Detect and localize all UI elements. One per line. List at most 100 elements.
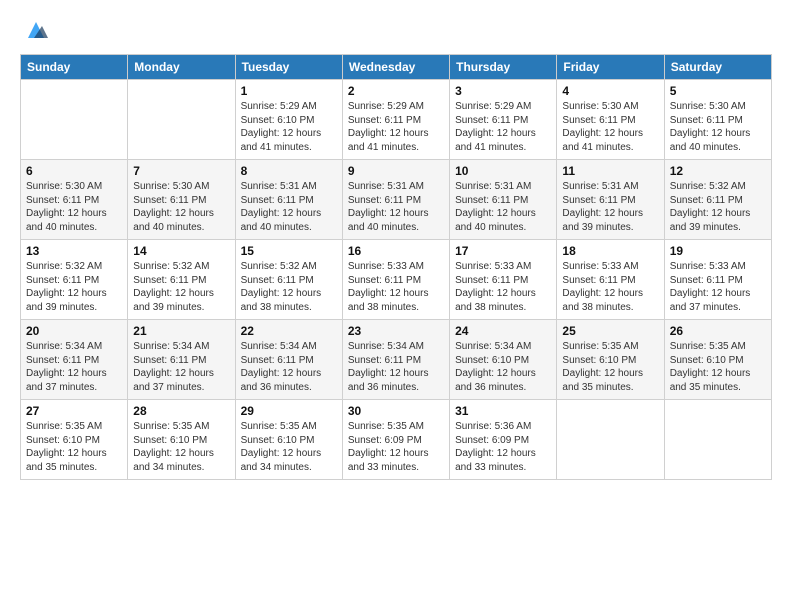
day-number: 16: [348, 244, 444, 258]
day-info: Sunrise: 5:31 AM Sunset: 6:11 PM Dayligh…: [241, 180, 337, 234]
calendar-week-row: 20 Sunrise: 5:34 AM Sunset: 6:11 PM Dayli…: [21, 320, 772, 400]
day-info: Sunrise: 5:33 AM Sunset: 6:11 PM Dayligh…: [348, 260, 444, 314]
day-number: 18: [562, 244, 658, 258]
calendar-cell: 3 Sunrise: 5:29 AM Sunset: 6:11 PM Daylig…: [450, 80, 557, 160]
day-number: 13: [26, 244, 122, 258]
day-number: 12: [670, 164, 766, 178]
calendar-cell: 24Sunrise: 5:34 AM Sunset: 6:10 PM Dayli…: [450, 320, 557, 400]
day-number: 15: [241, 244, 337, 258]
calendar-cell: 2 Sunrise: 5:29 AM Sunset: 6:11 PM Daylig…: [342, 80, 449, 160]
day-info: Sunrise: 5:34 AM Sunset: 6:11 PM Dayligh…: [133, 340, 229, 394]
day-number: 17: [455, 244, 551, 258]
calendar-cell: 19 Sunrise: 5:33 AM Sunset: 6:11 PM Dayli…: [664, 240, 771, 320]
calendar-header-tuesday: Tuesday: [235, 55, 342, 80]
calendar-cell: 1 Sunrise: 5:29 AM Sunset: 6:10 PM Daylig…: [235, 80, 342, 160]
logo-icon: [22, 16, 50, 44]
day-info: Sunrise: 5:30 AM Sunset: 6:11 PM Dayligh…: [26, 180, 122, 234]
day-number: 10: [455, 164, 551, 178]
day-info: Sunrise: 5:32 AM Sunset: 6:11 PM Dayligh…: [26, 260, 122, 314]
day-info: Sunrise: 5:30 AM Sunset: 6:11 PM Dayligh…: [670, 100, 766, 154]
day-number: 23: [348, 324, 444, 338]
logo: [20, 16, 50, 44]
day-info: Sunrise: 5:31 AM Sunset: 6:11 PM Dayligh…: [348, 180, 444, 234]
day-info: Sunrise: 5:30 AM Sunset: 6:11 PM Dayligh…: [133, 180, 229, 234]
day-number: 28: [133, 404, 229, 418]
calendar-cell: 18 Sunrise: 5:33 AM Sunset: 6:11 PM Dayli…: [557, 240, 664, 320]
day-number: 1: [241, 84, 337, 98]
calendar-cell: 25 Sunrise: 5:35 AM Sunset: 6:10 PM Dayli…: [557, 320, 664, 400]
calendar-cell: 23 Sunrise: 5:34 AM Sunset: 6:11 PM Dayli…: [342, 320, 449, 400]
calendar-week-row: 27 Sunrise: 5:35 AM Sunset: 6:10 PM Dayli…: [21, 400, 772, 480]
day-number: 4: [562, 84, 658, 98]
day-info: Sunrise: 5:33 AM Sunset: 6:11 PM Dayligh…: [670, 260, 766, 314]
day-info: Sunrise: 5:29 AM Sunset: 6:11 PM Dayligh…: [455, 100, 551, 154]
day-number: 19: [670, 244, 766, 258]
day-info: Sunrise: 5:31 AM Sunset: 6:11 PM Dayligh…: [562, 180, 658, 234]
day-number: 21: [133, 324, 229, 338]
day-info: Sunrise: 5:36 AM Sunset: 6:09 PM Dayligh…: [455, 420, 551, 474]
calendar-cell: 5 Sunrise: 5:30 AM Sunset: 6:11 PM Daylig…: [664, 80, 771, 160]
day-info: Sunrise: 5:34 AM Sunset: 6:11 PM Dayligh…: [26, 340, 122, 394]
calendar-cell: 31 Sunrise: 5:36 AM Sunset: 6:09 PM Dayli…: [450, 400, 557, 480]
day-info: Sunrise: 5:32 AM Sunset: 6:11 PM Dayligh…: [241, 260, 337, 314]
day-number: 22: [241, 324, 337, 338]
calendar-header-monday: Monday: [128, 55, 235, 80]
day-info: Sunrise: 5:35 AM Sunset: 6:10 PM Dayligh…: [241, 420, 337, 474]
calendar-header-wednesday: Wednesday: [342, 55, 449, 80]
day-number: 31: [455, 404, 551, 418]
calendar-cell: 4 Sunrise: 5:30 AM Sunset: 6:11 PM Daylig…: [557, 80, 664, 160]
calendar-cell: 6 Sunrise: 5:30 AM Sunset: 6:11 PM Daylig…: [21, 160, 128, 240]
day-info: Sunrise: 5:32 AM Sunset: 6:11 PM Dayligh…: [133, 260, 229, 314]
calendar-cell: [21, 80, 128, 160]
calendar-week-row: 6 Sunrise: 5:30 AM Sunset: 6:11 PM Daylig…: [21, 160, 772, 240]
day-number: 2: [348, 84, 444, 98]
calendar-cell: 9Sunrise: 5:31 AM Sunset: 6:11 PM Daylig…: [342, 160, 449, 240]
calendar-cell: 20 Sunrise: 5:34 AM Sunset: 6:11 PM Dayli…: [21, 320, 128, 400]
day-info: Sunrise: 5:34 AM Sunset: 6:10 PM Dayligh…: [455, 340, 551, 394]
logo-text: [20, 16, 50, 44]
calendar-week-row: 1 Sunrise: 5:29 AM Sunset: 6:10 PM Daylig…: [21, 80, 772, 160]
calendar-cell: 13 Sunrise: 5:32 AM Sunset: 6:11 PM Dayli…: [21, 240, 128, 320]
calendar-header-row: SundayMondayTuesdayWednesdayThursdayFrid…: [21, 55, 772, 80]
day-number: 11: [562, 164, 658, 178]
calendar-cell: 29 Sunrise: 5:35 AM Sunset: 6:10 PM Dayli…: [235, 400, 342, 480]
day-number: 30: [348, 404, 444, 418]
day-info: Sunrise: 5:35 AM Sunset: 6:10 PM Dayligh…: [562, 340, 658, 394]
day-number: 27: [26, 404, 122, 418]
day-info: Sunrise: 5:33 AM Sunset: 6:11 PM Dayligh…: [562, 260, 658, 314]
calendar-cell: 8 Sunrise: 5:31 AM Sunset: 6:11 PM Daylig…: [235, 160, 342, 240]
calendar-cell: 26 Sunrise: 5:35 AM Sunset: 6:10 PM Dayli…: [664, 320, 771, 400]
day-info: Sunrise: 5:30 AM Sunset: 6:11 PM Dayligh…: [562, 100, 658, 154]
calendar-header-sunday: Sunday: [21, 55, 128, 80]
calendar-cell: 21 Sunrise: 5:34 AM Sunset: 6:11 PM Dayli…: [128, 320, 235, 400]
calendar-cell: 12Sunrise: 5:32 AM Sunset: 6:11 PM Dayli…: [664, 160, 771, 240]
page: SundayMondayTuesdayWednesdayThursdayFrid…: [0, 0, 792, 612]
calendar-cell: 14Sunrise: 5:32 AM Sunset: 6:11 PM Dayli…: [128, 240, 235, 320]
day-info: Sunrise: 5:31 AM Sunset: 6:11 PM Dayligh…: [455, 180, 551, 234]
day-number: 5: [670, 84, 766, 98]
day-number: 20: [26, 324, 122, 338]
calendar-cell: 17 Sunrise: 5:33 AM Sunset: 6:11 PM Dayli…: [450, 240, 557, 320]
day-number: 6: [26, 164, 122, 178]
calendar-cell: [664, 400, 771, 480]
day-info: Sunrise: 5:35 AM Sunset: 6:10 PM Dayligh…: [670, 340, 766, 394]
calendar-header-friday: Friday: [557, 55, 664, 80]
day-info: Sunrise: 5:35 AM Sunset: 6:10 PM Dayligh…: [26, 420, 122, 474]
day-info: Sunrise: 5:29 AM Sunset: 6:10 PM Dayligh…: [241, 100, 337, 154]
day-number: 8: [241, 164, 337, 178]
calendar-cell: 30 Sunrise: 5:35 AM Sunset: 6:09 PM Dayli…: [342, 400, 449, 480]
calendar-cell: 22Sunrise: 5:34 AM Sunset: 6:11 PM Dayli…: [235, 320, 342, 400]
day-number: 25: [562, 324, 658, 338]
calendar-table: SundayMondayTuesdayWednesdayThursdayFrid…: [20, 54, 772, 480]
day-number: 3: [455, 84, 551, 98]
day-info: Sunrise: 5:35 AM Sunset: 6:09 PM Dayligh…: [348, 420, 444, 474]
day-number: 26: [670, 324, 766, 338]
calendar-cell: 16 Sunrise: 5:33 AM Sunset: 6:11 PM Dayli…: [342, 240, 449, 320]
day-info: Sunrise: 5:33 AM Sunset: 6:11 PM Dayligh…: [455, 260, 551, 314]
day-info: Sunrise: 5:29 AM Sunset: 6:11 PM Dayligh…: [348, 100, 444, 154]
calendar-cell: [128, 80, 235, 160]
calendar-header-saturday: Saturday: [664, 55, 771, 80]
day-info: Sunrise: 5:34 AM Sunset: 6:11 PM Dayligh…: [348, 340, 444, 394]
calendar-cell: 27 Sunrise: 5:35 AM Sunset: 6:10 PM Dayli…: [21, 400, 128, 480]
day-number: 29: [241, 404, 337, 418]
